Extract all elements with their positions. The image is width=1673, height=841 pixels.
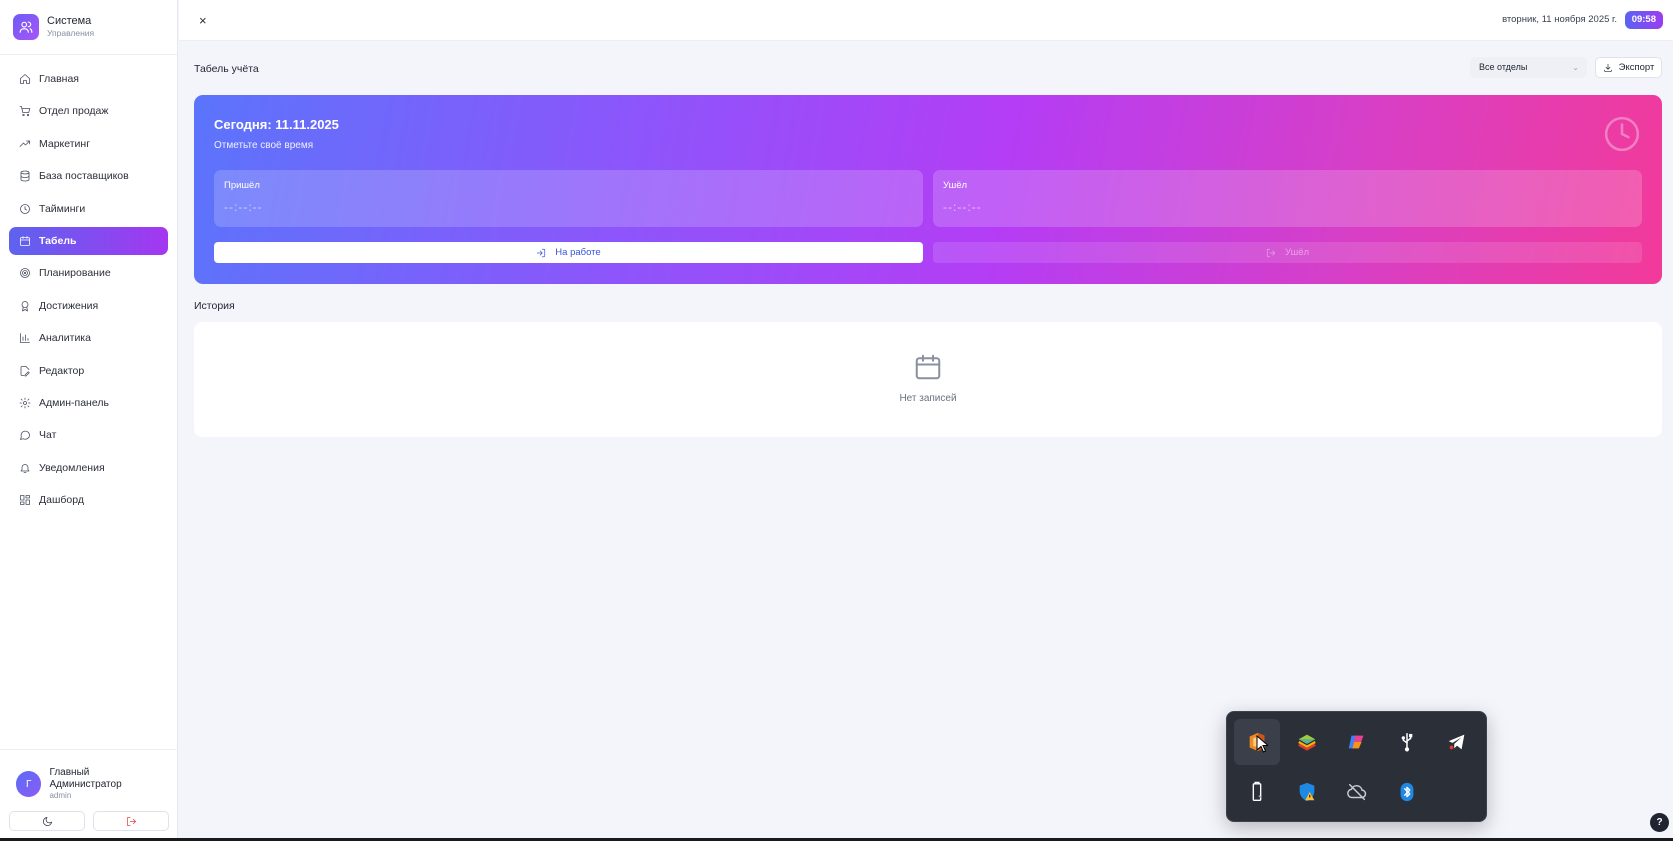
left-value: --:--:--: [943, 200, 982, 214]
award-icon: [21, 300, 29, 312]
sidebar-item-marketing[interactable]: Маркетинг: [9, 130, 168, 158]
theme-toggle-button[interactable]: [9, 811, 85, 831]
sidebar-item-timings[interactable]: Тайминги: [9, 195, 168, 223]
sidebar-item-label: Отдел продаж: [39, 105, 109, 118]
sidebar-item-analytics[interactable]: Аналитика: [9, 324, 168, 352]
usb-icon[interactable]: [1384, 719, 1430, 765]
sidebar-item-notifications[interactable]: Уведомления: [9, 454, 168, 482]
database-icon: [20, 170, 30, 182]
sidebar-item-label: Главная: [39, 73, 79, 85]
sidebar-item-label: Дашборд: [39, 494, 84, 507]
sidebar-item-label: Табель: [39, 234, 77, 247]
sidebar-item-chat[interactable]: Чат: [9, 421, 168, 449]
gear-icon: [19, 397, 31, 409]
sidebar-item-label: Редактор: [39, 364, 85, 377]
current-date: вторник, 11 ноября 2025 г.: [1502, 14, 1617, 25]
sidebar-item-label: Планирование: [39, 267, 111, 280]
avatar: Г: [16, 771, 42, 797]
history-title: История: [194, 300, 235, 312]
logout-button[interactable]: [93, 811, 169, 831]
close-icon[interactable]: ×: [199, 13, 207, 28]
sidebar-footer: Г Главный Администратор admin: [0, 749, 178, 841]
chevron-down-icon: ⌄: [1572, 63, 1579, 72]
check-in-label: На работе: [555, 247, 601, 258]
check-out-button[interactable]: Ушёл: [933, 242, 1642, 263]
logout-icon: [1266, 248, 1276, 257]
brand-title: Система: [47, 15, 92, 27]
left-box: Ушёл --:--:--: [933, 170, 1642, 227]
bluestacks-icon[interactable]: [1284, 719, 1330, 765]
sidebar-item-editor[interactable]: Редактор: [9, 357, 168, 385]
mouse-cursor-icon: [1256, 735, 1268, 753]
time-badge: 09:58: [1624, 11, 1663, 29]
export-button[interactable]: Экспорт: [1595, 57, 1662, 78]
bell-icon: [20, 463, 30, 473]
target-icon: [20, 268, 30, 279]
sidebar-item-label: Админ-панель: [39, 396, 109, 409]
today-subtitle: Отметьте своё время: [214, 140, 314, 151]
bluetooth-icon[interactable]: [1384, 769, 1430, 815]
user-name: Главный Администратор: [49, 767, 122, 790]
arrived-value: --:--:--: [224, 200, 263, 214]
help-button[interactable]: ?: [1650, 813, 1669, 832]
today-title: Сегодня: 11.11.2025: [214, 117, 339, 132]
moon-icon: [42, 816, 52, 826]
download-icon: [1603, 63, 1612, 72]
chat-icon: [20, 431, 30, 441]
sidebar-item-sales[interactable]: Отдел продаж: [9, 97, 168, 125]
empty-state-text: Нет записей: [899, 393, 957, 404]
logout-icon: [126, 816, 136, 826]
topbar: × вторник, 11 ноября 2025 г. 09:58: [179, 0, 1673, 41]
sidebar-item-label: Тайминги: [39, 202, 86, 215]
sidebar-item-label: Достижения: [39, 299, 99, 312]
arrived-box: Пришёл --:--:--: [214, 170, 923, 227]
user-role: admin: [49, 791, 72, 800]
brand[interactable]: Система Управления: [0, 0, 177, 55]
system-tray-overflow: [1226, 711, 1487, 822]
clock-icon: [1604, 116, 1640, 152]
sidebar-item-admin[interactable]: Админ-панель: [9, 389, 168, 417]
sidebar-item-home[interactable]: Главная: [9, 65, 168, 93]
arrived-label: Пришёл: [224, 180, 260, 191]
department-select-value: Все отделы: [1479, 62, 1528, 72]
export-label: Экспорт: [1618, 62, 1655, 73]
calendar-icon: [20, 236, 30, 246]
sidebar-item-timesheet[interactable]: Табель: [9, 226, 168, 255]
telegram-icon[interactable]: [1434, 719, 1480, 765]
sidebar-item-label: База поставщиков: [39, 170, 129, 183]
file-edit-icon: [20, 365, 30, 376]
left-label: Ушёл: [943, 180, 968, 191]
brand-subtitle: Управления: [47, 28, 95, 38]
security-warning-icon[interactable]: [1284, 769, 1330, 815]
cart-icon: [19, 106, 31, 117]
users-icon: [13, 14, 39, 40]
cloud-off-icon[interactable]: [1334, 769, 1380, 815]
sidebar-nav: Главная Отдел продаж Маркетинг База пост…: [0, 55, 177, 514]
sidebar-item-label: Маркетинг: [39, 137, 91, 150]
today-card: Сегодня: 11.11.2025 Отметьте своё время …: [194, 95, 1662, 284]
sidebar-item-label: Аналитика: [39, 332, 91, 345]
user-profile[interactable]: Г Главный Администратор admin: [0, 750, 178, 801]
sidebar-item-planning[interactable]: Планирование: [9, 259, 168, 287]
check-out-label: Ушёл: [1284, 247, 1310, 258]
usb-drive-icon[interactable]: [1234, 769, 1280, 815]
trending-up-icon: [19, 140, 30, 147]
sidebar-item-achievements[interactable]: Достижения: [9, 292, 168, 320]
department-select[interactable]: Все отделы ⌄: [1470, 57, 1587, 78]
sidebar-item-label: Чат: [39, 429, 57, 442]
calendar-icon: [915, 354, 941, 380]
sidebar: Система Управления Главная Отдел продаж …: [0, 0, 178, 841]
page-title: Табель учёта: [194, 63, 259, 75]
clock-icon: [20, 203, 30, 214]
login-icon: [537, 248, 546, 257]
bar-chart-icon: [20, 333, 30, 344]
sidebar-item-suppliers[interactable]: База поставщиков: [9, 162, 168, 190]
sidebar-item-label: Уведомления: [39, 461, 105, 474]
check-in-button[interactable]: На работе: [214, 242, 923, 263]
copilot-icon[interactable]: [1334, 719, 1380, 765]
home-icon: [20, 74, 30, 84]
grid-icon: [20, 495, 30, 505]
history-card: Нет записей: [194, 322, 1662, 437]
sidebar-item-dashboard[interactable]: Дашборд: [9, 486, 168, 514]
